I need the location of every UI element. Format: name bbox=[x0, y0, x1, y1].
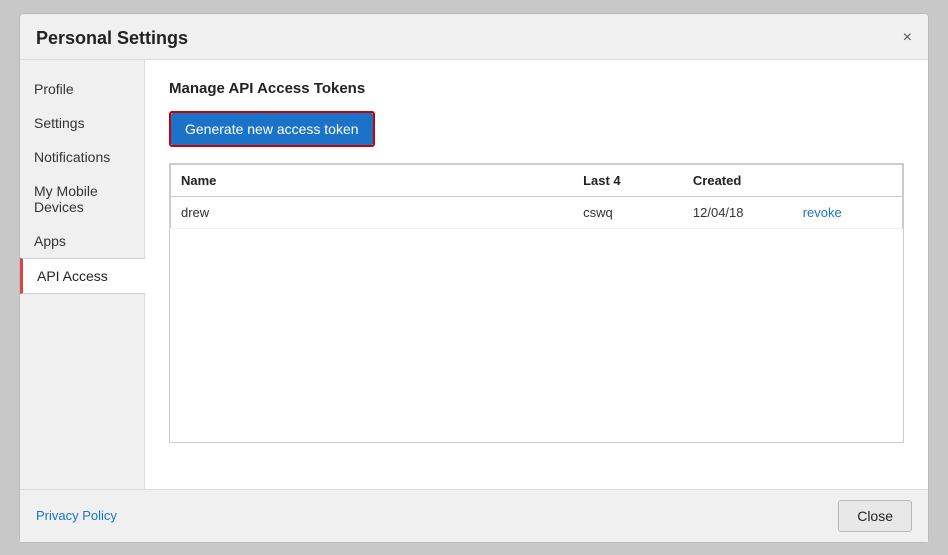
sidebar-item-settings[interactable]: Settings bbox=[20, 106, 144, 140]
token-created: 12/04/18 bbox=[683, 196, 793, 228]
sidebar-item-apps[interactable]: Apps bbox=[20, 224, 144, 258]
col-header-created: Created bbox=[683, 164, 793, 196]
dialog-title: Personal Settings bbox=[36, 28, 188, 49]
dialog-body: ProfileSettingsNotificationsMy Mobile De… bbox=[20, 60, 928, 489]
privacy-policy-link[interactable]: Privacy Policy bbox=[36, 508, 117, 523]
main-content: Manage API Access Tokens Generate new ac… bbox=[145, 60, 928, 489]
table-row: drew cswq 12/04/18 revoke bbox=[171, 196, 903, 228]
section-title: Manage API Access Tokens bbox=[169, 80, 904, 97]
table-header: Name Last 4 Created bbox=[171, 164, 903, 196]
table-body: drew cswq 12/04/18 revoke bbox=[171, 196, 903, 228]
col-header-name: Name bbox=[171, 164, 574, 196]
personal-settings-dialog: Personal Settings × ProfileSettingsNotif… bbox=[19, 13, 929, 543]
sidebar-item-my-mobile-devices[interactable]: My Mobile Devices bbox=[20, 174, 144, 224]
token-last4: cswq bbox=[573, 196, 683, 228]
token-table: Name Last 4 Created drew cswq 12/04/18 bbox=[170, 164, 903, 229]
close-button[interactable]: Close bbox=[838, 500, 912, 532]
sidebar: ProfileSettingsNotificationsMy Mobile De… bbox=[20, 60, 145, 489]
sidebar-item-notifications[interactable]: Notifications bbox=[20, 140, 144, 174]
token-action: revoke bbox=[793, 196, 903, 228]
col-header-action bbox=[793, 164, 903, 196]
dialog-footer: Privacy Policy Close bbox=[20, 489, 928, 542]
generate-token-button[interactable]: Generate new access token bbox=[171, 113, 373, 145]
sidebar-item-profile[interactable]: Profile bbox=[20, 72, 144, 106]
generate-btn-wrapper: Generate new access token bbox=[169, 111, 375, 147]
close-x-button[interactable]: × bbox=[903, 30, 912, 46]
token-name: drew bbox=[171, 196, 574, 228]
token-table-container: Name Last 4 Created drew cswq 12/04/18 bbox=[169, 163, 904, 443]
revoke-link[interactable]: revoke bbox=[803, 205, 842, 220]
sidebar-item-api-access[interactable]: API Access bbox=[20, 258, 145, 294]
dialog-header: Personal Settings × bbox=[20, 14, 928, 60]
col-header-last4: Last 4 bbox=[573, 164, 683, 196]
